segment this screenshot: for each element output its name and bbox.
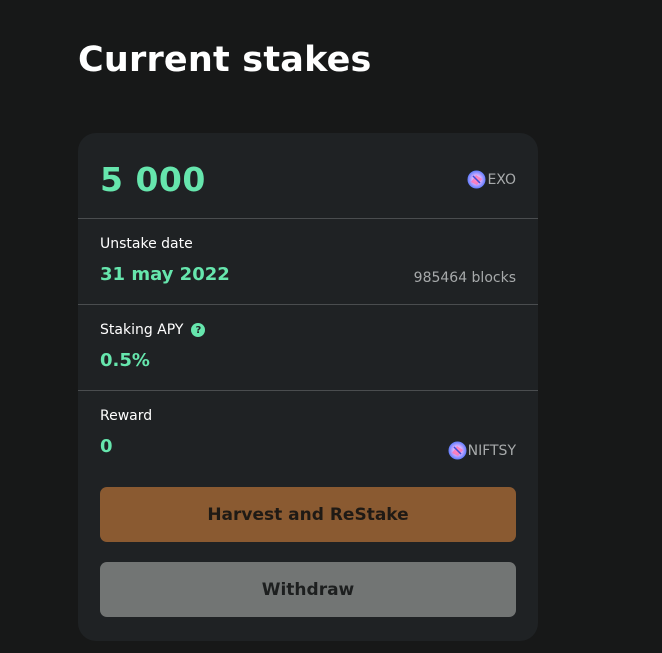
withdraw-button[interactable]: Withdraw — [100, 562, 516, 617]
stake-card: 5 000 EXO Unstake date 31 may 2022 98546… — [78, 133, 538, 641]
unstake-date-label: Unstake date — [100, 236, 193, 252]
reward-label: Reward — [100, 408, 153, 424]
exo-token-icon — [467, 170, 486, 189]
reward-section: Reward 0 NIFTSY — [78, 391, 538, 481]
page: Current stakes 5 000 EXO Unstake date 31… — [0, 0, 662, 653]
stake-amount: 5 000 — [100, 160, 206, 199]
reward-value: 0 — [100, 436, 113, 457]
unstake-blocks: 985464 blocks — [413, 270, 516, 286]
question-circle-icon[interactable]: ? — [191, 323, 206, 337]
apy-section: Staking APY ? 0.5% — [78, 305, 538, 390]
page-title: Current stakes — [78, 40, 372, 80]
apy-label-row: Staking APY ? — [100, 322, 206, 338]
apy-value: 0.5% — [100, 350, 150, 371]
reward-token-label: NIFTSY — [467, 442, 516, 459]
stake-token: EXO — [467, 170, 516, 189]
unstake-section: Unstake date 31 may 2022 985464 blocks — [78, 219, 538, 304]
harvest-and-restake-button[interactable]: Harvest and ReStake — [100, 487, 516, 542]
unstake-date-value: 31 may 2022 — [100, 264, 230, 285]
stake-token-label: EXO — [487, 171, 516, 188]
reward-token: NIFTSY — [448, 441, 516, 460]
apy-label: Staking APY — [100, 322, 184, 338]
stake-amount-section: 5 000 EXO — [78, 133, 538, 218]
niftsy-token-icon — [448, 441, 467, 460]
